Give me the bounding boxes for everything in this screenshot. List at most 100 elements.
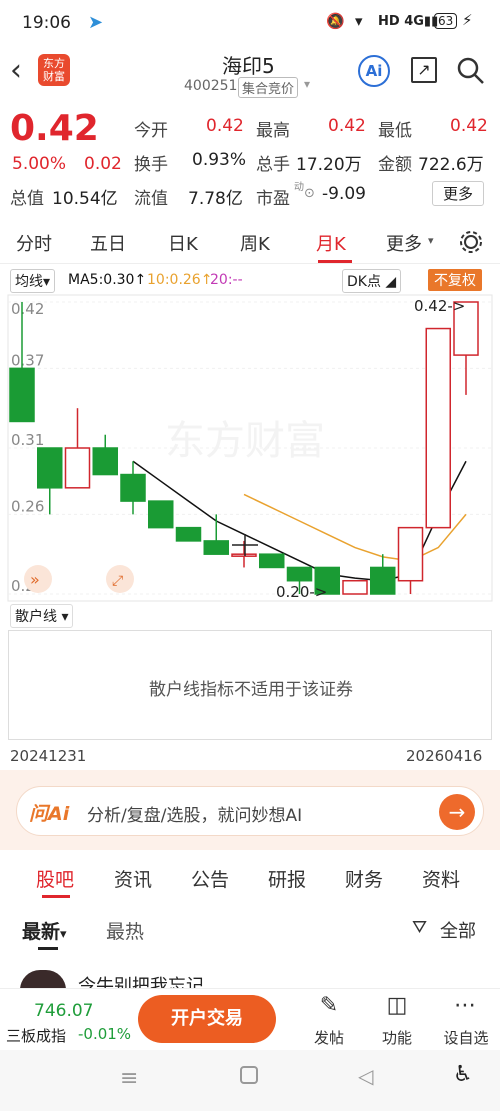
tab-weekly-k[interactable]: 周K (240, 230, 270, 256)
high-label: 最高 (256, 121, 290, 141)
min-price-marker: 0.20-> (276, 583, 327, 601)
search-icon[interactable] (456, 56, 486, 86)
filter-indicator (38, 947, 58, 950)
more-dots-icon[interactable]: ⋯ (450, 993, 480, 1018)
low-value: 0.42 (450, 116, 488, 136)
filter-all[interactable]: 全部 (440, 917, 476, 943)
stock-name: 海印5 (222, 54, 275, 78)
post-username[interactable]: 令牛别把我忘记 (78, 972, 204, 988)
pe-label: 市盈 (256, 189, 290, 209)
info-icon[interactable]: ⊙ (304, 186, 315, 201)
candle (342, 579, 368, 595)
active-tab-indicator (318, 260, 352, 263)
status-bar: 19:06 ➤ 🔕 ▾ HD 4G▮▮ 63 ⚡ (0, 0, 500, 48)
post-button[interactable]: 发帖 (312, 1027, 346, 1048)
function-button[interactable]: 功能 (380, 1027, 414, 1048)
ai-prompt-box[interactable]: 问Ai 分析/复盘/选股，就问妙想AI → (16, 786, 484, 836)
current-price: 0.42 (10, 108, 99, 149)
tab-more[interactable]: 更多 (386, 230, 422, 256)
start-date: 20241231 (10, 747, 87, 765)
pe-dynamic-tag: 动 (294, 182, 304, 193)
tab-announcements[interactable]: 公告 (191, 865, 229, 892)
candle-body (120, 473, 146, 502)
candle-body (370, 566, 396, 595)
mktcap-label: 总值 (10, 189, 44, 209)
auction-tag[interactable]: 集合竞价 (238, 77, 299, 98)
tab-monthly-k[interactable]: 月K (316, 230, 346, 256)
no-adjust-button[interactable]: 不复权 (428, 269, 482, 291)
index-name[interactable]: 三板成指 (6, 1025, 66, 1046)
wifi-icon: ▾ (355, 12, 363, 30)
home-icon[interactable] (240, 1066, 258, 1084)
share-icon[interactable]: ↗ (411, 57, 437, 83)
system-nav-bar: ≡ ◁ ♿ (0, 1050, 500, 1111)
ma10-value: 10:0.26↑ (147, 272, 213, 288)
y-tick-label: 0.42 (11, 300, 44, 318)
accessibility-icon[interactable]: ♿ (453, 1062, 473, 1087)
menu-icon[interactable]: ≡ (120, 1066, 138, 1091)
arrow-right-icon[interactable]: → (439, 794, 475, 830)
candle-body (425, 327, 451, 529)
back-nav-icon[interactable]: ◁ (358, 1064, 373, 1088)
tab-guba[interactable]: 股吧 (36, 865, 74, 892)
svg-text:»: » (30, 570, 40, 589)
tab-news[interactable]: 资讯 (114, 865, 152, 892)
tab-research[interactable]: 研报 (268, 865, 306, 892)
open-value: 0.42 (206, 116, 244, 136)
charging-icon: ⚡ (462, 11, 473, 29)
bottom-action-bar: 746.07 三板成指 -0.01% 开户交易 ✎ 发帖 ◫ 功能 ⋯ 设自选 (0, 988, 500, 1050)
tab-five-day[interactable]: 五日 (90, 230, 126, 256)
post-filters: 最新▾ 最热 ⛛ 全部 (0, 905, 500, 955)
tab-daily-k[interactable]: 日K (168, 230, 198, 256)
tab-profile[interactable]: 资料 (422, 865, 460, 892)
back-button[interactable]: ‹ (10, 53, 22, 88)
candle-body (92, 447, 118, 476)
candle-body (64, 447, 91, 489)
candle-body (203, 540, 229, 555)
candle (148, 500, 174, 529)
turnover-value: 0.93% (192, 150, 247, 170)
edit-icon[interactable]: ✎ (314, 993, 344, 1018)
filter-icon[interactable]: ⛛ (412, 917, 427, 938)
sub-indicator-dropdown[interactable]: 散户线 ▾ (10, 604, 74, 628)
tab-intraday[interactable]: 分时 (16, 230, 52, 256)
grid-icon[interactable]: ◫ (382, 993, 412, 1018)
candle-body (286, 566, 313, 582)
candle-body (397, 526, 424, 582)
high-value: 0.42 (328, 116, 366, 136)
index-value[interactable]: 746.07 (34, 1001, 93, 1021)
mktcap-value: 10.54亿 (52, 189, 118, 209)
settings-icon[interactable] (458, 229, 484, 255)
ai-icon[interactable]: Ai (358, 55, 390, 87)
change-value: 0.02 (84, 154, 122, 174)
post-preview[interactable]: 令牛别把我忘记 (20, 968, 490, 988)
pe-value: -9.09 (322, 184, 366, 204)
low-label: 最低 (378, 121, 412, 141)
turnover-label: 换手 (134, 155, 168, 175)
candle-body (175, 526, 202, 542)
watchlist-button[interactable]: 设自选 (440, 1027, 492, 1048)
sub-indicator-message: 散户线指标不适用于该证券 (149, 680, 353, 700)
candle-body (259, 553, 285, 569)
amount-value: 722.6万 (418, 155, 484, 175)
status-time: 19:06 (22, 13, 71, 33)
ma-dropdown[interactable]: 均线▾ (10, 269, 56, 293)
filter-hot[interactable]: 最热 (106, 917, 144, 944)
ai-logo: 问Ai (29, 803, 70, 825)
date-range: 20241231 20260416 (0, 745, 500, 767)
candle (425, 327, 451, 529)
tab-finance[interactable]: 财务 (345, 865, 383, 892)
k-line-chart[interactable]: 东方财富 0.420.370.310.260.20 0.42-> 0.20-> … (0, 294, 500, 602)
watermark: 东方财富 (165, 419, 325, 463)
chevron-down-icon[interactable]: ▾ (304, 77, 310, 91)
dk-point-button[interactable]: DK点 ◢ (342, 269, 402, 293)
filter-latest[interactable]: 最新▾ (22, 917, 67, 944)
stock-header: ‹ 东方 财富 海印5 400251 集合竞价 ▾ Ai ↗ (0, 48, 500, 100)
svg-text:⤢: ⤢ (112, 573, 123, 589)
more-button[interactable]: 更多 (432, 181, 485, 206)
chevron-down-icon[interactable]: ▾ (428, 234, 434, 247)
avatar[interactable] (20, 970, 66, 988)
trade-button[interactable]: 开户交易 (138, 995, 276, 1043)
quote-panel: 0.42 5.00% 0.02 今开 0.42 最高 0.42 最低 0.42 … (0, 106, 500, 214)
telegram-icon: ➤ (88, 12, 104, 33)
